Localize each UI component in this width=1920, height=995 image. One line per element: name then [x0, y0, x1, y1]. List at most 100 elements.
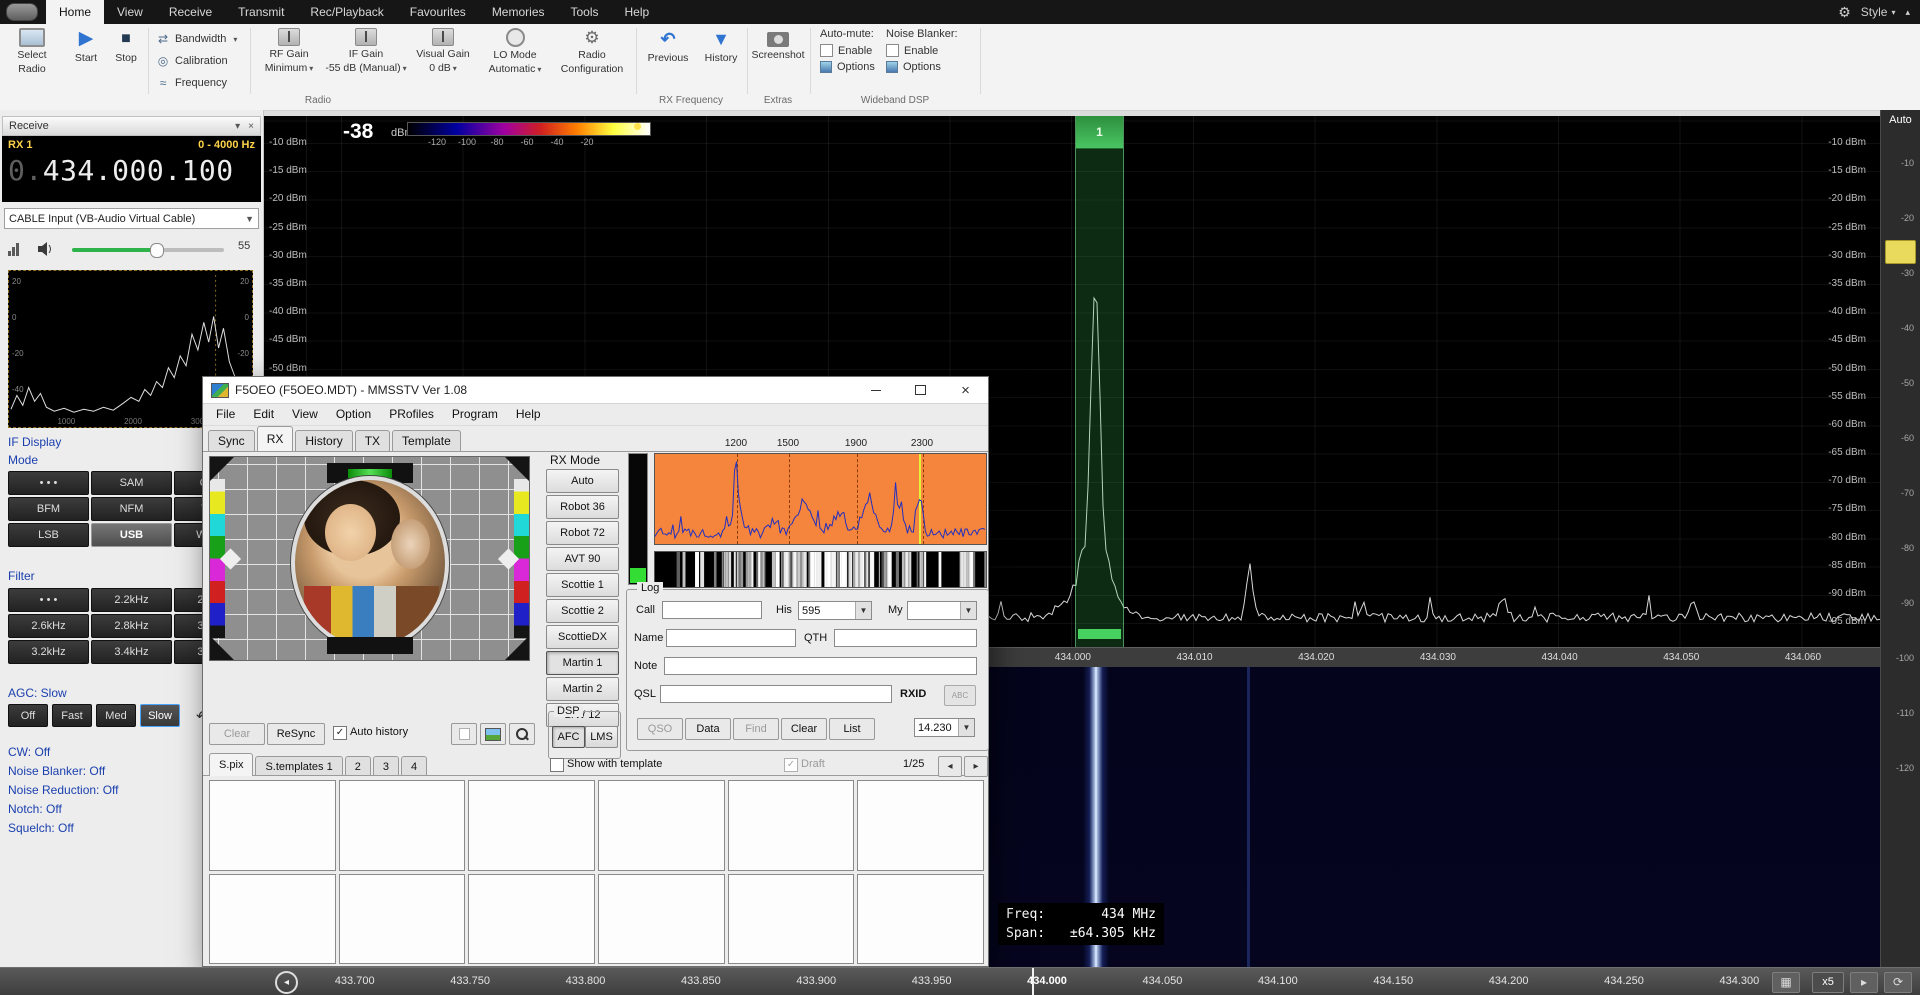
rx-mode-button[interactable]: Martin 1 — [546, 651, 619, 675]
note-input[interactable] — [664, 657, 977, 675]
template-tab[interactable]: 2 — [345, 756, 371, 776]
grid-icon[interactable]: ▦ — [1772, 972, 1800, 993]
magnifier-button[interactable] — [509, 723, 535, 745]
status-item[interactable]: Noise Blanker: Off — [8, 764, 119, 783]
log-button[interactable]: Clear — [781, 718, 827, 740]
screenshot-button[interactable]: Screenshot — [749, 28, 807, 61]
menu-item[interactable]: File — [207, 407, 244, 421]
band-navigator[interactable]: ◂ 433.700433.750433.800433.850433.900433… — [0, 967, 1920, 995]
volume-slider-handle[interactable] — [150, 243, 164, 258]
thumbnail[interactable] — [598, 780, 725, 871]
menu-item[interactable]: Edit — [244, 407, 283, 421]
select-radio-button[interactable]: Select Radio — [6, 28, 58, 75]
mode-button[interactable]: NFM — [91, 497, 172, 521]
level-bars-icon[interactable] — [8, 243, 19, 256]
mmsstv-tab[interactable]: Sync — [208, 430, 255, 451]
chevron-left-icon[interactable]: ◂ — [938, 756, 962, 777]
frequency-button[interactable]: ≈Frequency — [156, 76, 227, 90]
frequency-display[interactable]: RX 1 0 - 4000 Hz 0.434.000.100 — [2, 136, 261, 202]
thumbnail[interactable] — [598, 874, 725, 965]
mode-button[interactable]: USB — [91, 523, 172, 547]
audio-input-select[interactable]: CABLE Input (VB-Audio Virtual Cable) ▼ — [4, 208, 259, 229]
receive-panel-header[interactable]: Receive ▾ × — [2, 116, 261, 136]
clear-button[interactable]: Clear — [209, 723, 265, 745]
calibration-button[interactable]: ◎Calibration — [156, 54, 228, 68]
rx-mode-button[interactable]: Scottie 1 — [546, 573, 619, 597]
rx-mode-button[interactable]: Robot 72 — [546, 521, 619, 545]
menu-item[interactable]: View — [283, 407, 327, 421]
draft-checkbox[interactable]: ✓ — [784, 758, 798, 772]
menu-item[interactable]: Program — [443, 407, 507, 421]
bandwidth-button[interactable]: ⇄Bandwidth▾ — [156, 32, 237, 46]
thumbnail[interactable] — [728, 874, 855, 965]
agc-button[interactable]: Fast — [52, 704, 92, 727]
thumbnail[interactable] — [728, 780, 855, 871]
template-tab[interactable]: 3 — [373, 756, 399, 776]
channel-band[interactable]: 1 — [1075, 116, 1124, 647]
name-input[interactable] — [666, 629, 796, 647]
start-button[interactable]: ▶ Start — [66, 28, 106, 64]
rx-mode-button[interactable]: Martin 2 — [546, 677, 619, 701]
qsl-input[interactable] — [660, 685, 892, 703]
band-frequency-combo[interactable]: 14.230▼ — [914, 718, 975, 737]
ribbon-tab[interactable]: Memories — [479, 0, 558, 24]
thumbnail[interactable] — [468, 874, 595, 965]
ribbon-tab[interactable]: Transmit — [225, 0, 297, 24]
call-input[interactable] — [662, 601, 762, 619]
thumbnail[interactable] — [857, 874, 984, 965]
ribbon-tab[interactable]: Rec/Playback — [297, 0, 396, 24]
thumbnail[interactable] — [857, 780, 984, 871]
noise-blanker-options-button[interactable]: Options — [886, 61, 958, 73]
minimize-button[interactable] — [853, 377, 898, 403]
lms-button[interactable]: LMS — [585, 726, 618, 748]
show-with-template-checkbox[interactable] — [550, 758, 564, 772]
menu-item[interactable]: PRofiles — [380, 407, 443, 421]
thumbnail[interactable] — [209, 780, 336, 871]
window-titlebar[interactable]: F5OEO (F5OEO.MDT) - MMSSTV Ver 1.08 × — [203, 377, 988, 404]
ribbon-tab[interactable]: Home — [46, 0, 104, 24]
log-button[interactable]: List — [829, 718, 875, 740]
log-button[interactable]: Find — [733, 718, 779, 740]
volume-slider[interactable] — [72, 248, 224, 252]
mode-button[interactable]: SAM — [91, 471, 172, 495]
mmsstv-tab[interactable]: Template — [392, 430, 461, 451]
log-button[interactable]: Data — [685, 718, 731, 740]
channel-marker[interactable]: 1 — [1076, 116, 1123, 149]
afc-button[interactable]: AFC — [552, 726, 585, 748]
level-scale-handle[interactable] — [1885, 240, 1916, 264]
rx-mode-button[interactable]: Robot 36 — [546, 495, 619, 519]
qth-input[interactable] — [834, 629, 977, 647]
frequency-history-button[interactable]: ▼ History — [698, 28, 744, 64]
thumbnail[interactable] — [339, 780, 466, 871]
mode-button[interactable]: LSB — [8, 523, 89, 547]
refresh-icon[interactable]: ⟳ — [1884, 972, 1912, 993]
rxid-button[interactable]: ABC — [944, 685, 976, 706]
mode-button[interactable]: • • • — [8, 471, 89, 495]
copy-button[interactable] — [451, 723, 477, 745]
status-item[interactable]: Squelch: Off — [8, 821, 119, 840]
rx-mode-button[interactable]: Scottie 2 — [546, 599, 619, 623]
filter-button[interactable]: 2.6kHz — [8, 614, 89, 638]
mmsstv-tab[interactable]: TX — [355, 430, 390, 451]
auto-button[interactable]: Auto — [1881, 114, 1920, 126]
if-display-label[interactable]: IF Display — [8, 435, 61, 449]
status-item[interactable]: CW: Off — [8, 745, 119, 764]
close-button[interactable]: × — [943, 377, 988, 403]
agc-label[interactable]: AGC: Slow — [8, 686, 67, 700]
lo-mode-button[interactable]: LO Mode Automatic▾ — [480, 28, 550, 76]
chevron-right-icon[interactable]: ▸ — [964, 756, 988, 777]
filter-button[interactable]: 2.2kHz — [91, 588, 172, 612]
filter-button[interactable]: 3.4kHz — [91, 640, 172, 664]
his-rst-combo[interactable]: 595▼ — [798, 601, 872, 620]
ribbon-tab[interactable]: View — [104, 0, 156, 24]
ribbon-tab[interactable]: Favourites — [397, 0, 479, 24]
history-circle-icon[interactable]: ◂ — [275, 971, 298, 994]
ribbon-tab[interactable]: Tools — [558, 0, 612, 24]
ribbon-collapse-icon[interactable]: ▴ — [1905, 7, 1910, 18]
mmsstv-tab[interactable]: RX — [257, 426, 294, 451]
auto-mute-options-button[interactable]: Options — [820, 61, 875, 73]
my-rst-combo[interactable]: ▼ — [907, 601, 977, 620]
gear-icon[interactable]: ⚙ — [1838, 4, 1851, 21]
rx-mode-button[interactable]: AVT 90 — [546, 547, 619, 571]
mmsstv-tab[interactable]: History — [295, 430, 352, 451]
